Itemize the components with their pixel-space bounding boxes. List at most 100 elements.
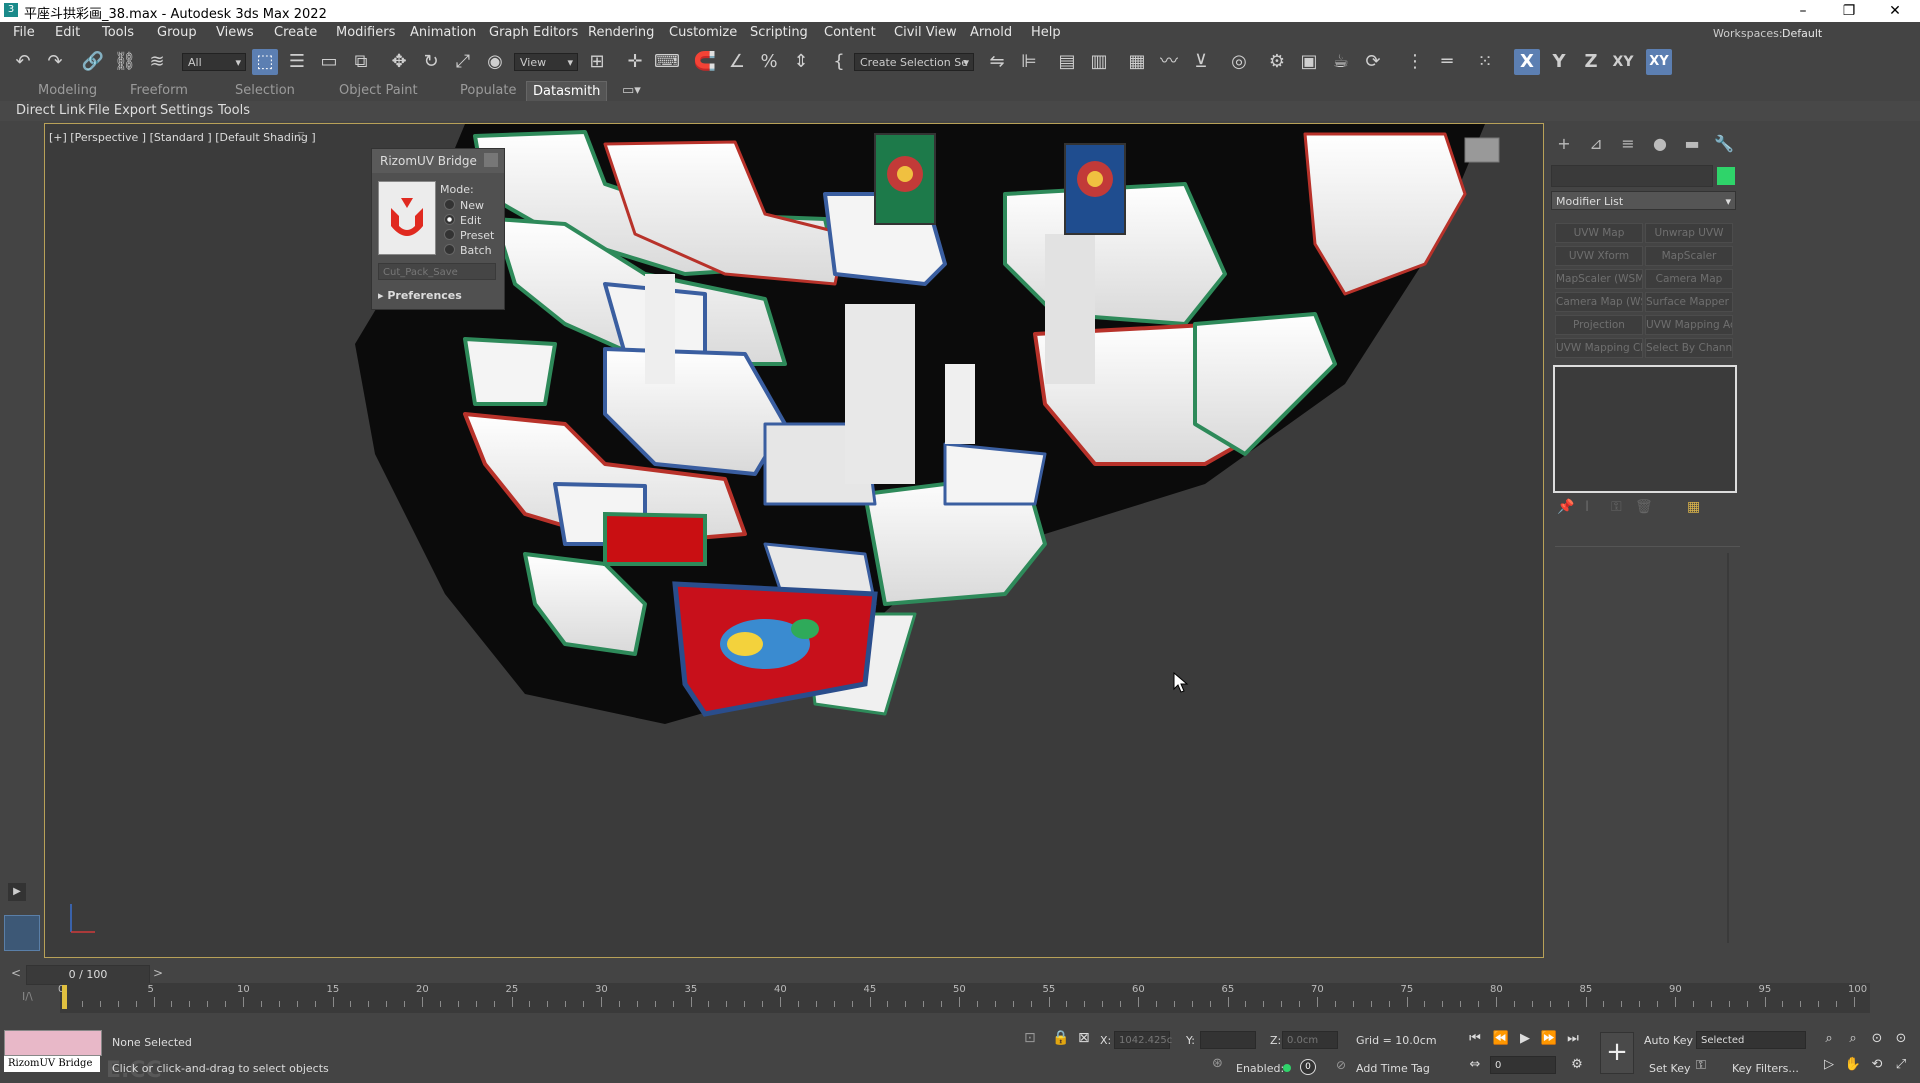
modset-select-by-channel[interactable]: Select By Channel	[1645, 338, 1733, 358]
selection-filter-dropdown[interactable]: All	[182, 53, 246, 72]
pin-stack-icon[interactable]: 📌	[1557, 499, 1574, 515]
menu-rendering[interactable]: Rendering	[588, 25, 654, 40]
tab-object-paint[interactable]: Object Paint	[339, 83, 418, 98]
time-slider-prev[interactable]: <	[8, 966, 24, 982]
select-object-icon[interactable]: ⬚	[252, 49, 278, 75]
window-crossing-icon[interactable]: ⧉	[348, 49, 374, 75]
set-key-icon[interactable]: +	[1600, 1032, 1634, 1074]
tab-populate[interactable]: Populate	[460, 83, 517, 98]
modify-tab-icon[interactable]: ⊿	[1585, 133, 1607, 155]
set-key-button[interactable]: Set Key	[1649, 1062, 1691, 1075]
percent-snap-icon[interactable]: %	[756, 49, 782, 75]
workspaces-dropdown[interactable]: Default	[1782, 27, 1822, 40]
play-icon[interactable]: ▶	[1514, 1028, 1536, 1050]
enabled-indicator[interactable]	[1283, 1064, 1291, 1072]
current-frame-field[interactable]: 0	[1490, 1056, 1556, 1074]
expand-viewport-layout-icon[interactable]: ▶	[8, 883, 26, 901]
menu-edit[interactable]: Edit	[55, 25, 80, 40]
configure-modifier-sets-icon[interactable]: ▦	[1687, 499, 1700, 515]
render-activeshade-icon[interactable]: ⟳	[1360, 49, 1386, 75]
axis-x-button[interactable]: X	[1514, 49, 1540, 75]
menu-help[interactable]: Help	[1031, 25, 1061, 40]
redo-icon[interactable]: ↷	[42, 49, 68, 75]
rizomuv-close-icon[interactable]	[484, 153, 498, 167]
place-icon[interactable]: ◉	[482, 49, 508, 75]
key-filters-button[interactable]: Key Filters...	[1732, 1062, 1799, 1075]
undo-icon[interactable]: ↶	[10, 49, 36, 75]
key-filters-icon[interactable]: ⚿	[1696, 1058, 1706, 1073]
align-icon[interactable]: ⊫	[1016, 49, 1042, 75]
menu-modifiers[interactable]: Modifiers	[336, 25, 395, 40]
unlink-icon[interactable]: ⛓	[112, 49, 138, 75]
viewport-layout-tab[interactable]	[4, 915, 40, 951]
panel-scrollbar[interactable]	[1727, 553, 1729, 943]
maximize-viewport-icon[interactable]: ⤢	[1890, 1054, 1912, 1076]
layer-explorer-icon[interactable]: ▥	[1086, 49, 1112, 75]
object-color-swatch[interactable]	[1717, 167, 1735, 185]
absolute-mode-icon[interactable]: ⊠	[1078, 1030, 1090, 1046]
subtab-direct-link[interactable]: Direct Link	[16, 103, 86, 118]
time-slider[interactable]: 0 / 100	[26, 965, 150, 985]
adaptive-degradation-icon[interactable]: ⊛	[1212, 1056, 1223, 1071]
maxscript-listener-mini[interactable]	[4, 1030, 102, 1056]
menu-file[interactable]: File	[13, 25, 35, 40]
modset-unwrap-uvw[interactable]: Unwrap UVW	[1645, 223, 1733, 243]
z-coord-field[interactable]: 0.0cm	[1282, 1031, 1338, 1049]
menu-create[interactable]: Create	[274, 25, 317, 40]
modifier-stack-list[interactable]	[1553, 365, 1737, 493]
mirror-icon[interactable]: ⇋	[984, 49, 1010, 75]
object-name-field[interactable]	[1551, 165, 1713, 187]
angle-snap-icon[interactable]: ∠	[724, 49, 750, 75]
menu-animation[interactable]: Animation	[410, 25, 476, 40]
subtab-settings[interactable]: Settings	[160, 103, 213, 118]
create-tab-icon[interactable]: +	[1553, 133, 1575, 155]
measure-icon[interactable]: ═	[1434, 49, 1460, 75]
orbit-icon[interactable]: ⟲	[1866, 1054, 1888, 1076]
modset-camera-map-wsm[interactable]: Camera Map (WSI	[1555, 292, 1643, 312]
field-of-view-icon[interactable]: ▷	[1818, 1054, 1840, 1076]
select-by-name-icon[interactable]: ☰	[284, 49, 310, 75]
material-editor-icon[interactable]: ◎	[1226, 49, 1252, 75]
modset-uvw-map[interactable]: UVW Map	[1555, 223, 1643, 243]
motion-tab-icon[interactable]: ●	[1649, 133, 1671, 155]
modset-surface-mapper[interactable]: Surface Mapper (	[1645, 292, 1733, 312]
zoom-icon[interactable]: ⌕	[1818, 1028, 1840, 1050]
mode-preset-radio[interactable]: Preset	[444, 229, 494, 242]
tab-selection[interactable]: Selection	[235, 83, 295, 98]
selection-lock-icon[interactable]: ⁙	[1472, 49, 1498, 75]
goto-end-icon[interactable]: ⏭	[1562, 1028, 1584, 1050]
hierarchy-tab-icon[interactable]: ≡	[1617, 133, 1639, 155]
preset-dropdown[interactable]: Cut_Pack_Save	[378, 263, 496, 280]
menu-content[interactable]: Content	[824, 25, 876, 40]
modset-uvw-mapping-clear[interactable]: UVW Mapping Cle	[1555, 338, 1643, 358]
modset-mapscaler-wsm[interactable]: MapScaler (WSM)	[1555, 269, 1643, 289]
perspective-viewport[interactable]: [+] [Perspective ] [Standard ] [Default …	[44, 123, 1544, 958]
modset-uvw-mapping-add[interactable]: UVW Mapping Add	[1645, 315, 1733, 335]
edit-named-selection-icon[interactable]: {	[826, 49, 852, 75]
selection-lock-icon[interactable]: 🔒	[1052, 1030, 1069, 1046]
mode-new-radio[interactable]: New	[444, 199, 484, 212]
minimize-button[interactable]: –	[1780, 0, 1826, 22]
tab-modeling[interactable]: Modeling	[38, 83, 97, 98]
modset-uvw-xform[interactable]: UVW Xform	[1555, 246, 1643, 266]
show-end-result-icon[interactable]: Ⅰ	[1585, 499, 1589, 515]
menu-views[interactable]: Views	[216, 25, 254, 40]
current-frame-marker[interactable]	[62, 985, 67, 1009]
axis-xy-cycle-button[interactable]: XY	[1646, 49, 1672, 75]
menu-graph-editors[interactable]: Graph Editors	[489, 25, 578, 40]
x-coord-field[interactable]: 1042.425c	[1114, 1031, 1172, 1049]
time-tag-icon[interactable]: ⊘	[1336, 1058, 1346, 1072]
maxscript-output[interactable]: RizomUV Bridge	[4, 1056, 100, 1072]
mini-curve-editor-icon[interactable]: I/\	[22, 990, 33, 1003]
keyboard-shortcut-icon[interactable]: ⌨	[654, 49, 680, 75]
curve-editor-icon[interactable]: 〰	[1156, 49, 1182, 75]
toggle-ribbon-icon[interactable]: ▦	[1124, 49, 1150, 75]
preferences-rollout[interactable]: ▸ Preferences	[378, 289, 462, 302]
restore-button[interactable]: ❐	[1826, 0, 1872, 22]
pivot-center-icon[interactable]: ⊞	[584, 49, 610, 75]
modset-projection[interactable]: Projection	[1555, 315, 1643, 335]
zoom-all-icon[interactable]: ⌕	[1842, 1028, 1864, 1050]
mode-edit-radio[interactable]: Edit	[444, 214, 481, 227]
track-bar[interactable]: 0510152025303540455055606570758085909510…	[58, 983, 1870, 1013]
menu-group[interactable]: Group	[157, 25, 197, 40]
